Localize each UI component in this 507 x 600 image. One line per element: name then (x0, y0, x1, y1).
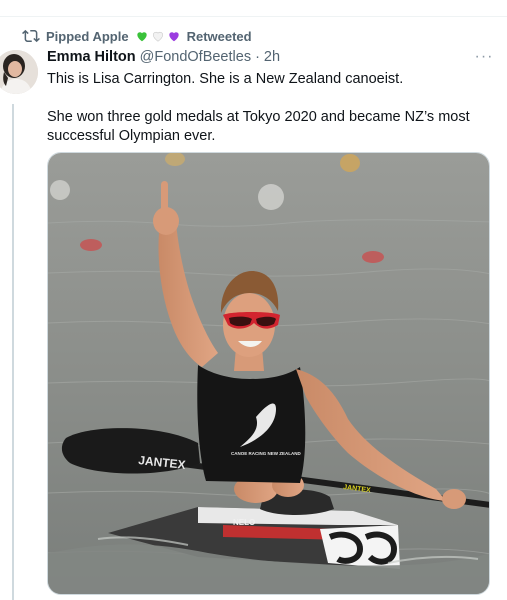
white-heart-icon (152, 31, 163, 42)
kayak-photo-illustration: JANTEX JANTEX NELO CANOE RACING NEW ZEAL… (48, 153, 489, 594)
avatar[interactable] (0, 50, 38, 94)
kayak-mark: NELO (233, 518, 255, 527)
retweeter-name[interactable]: Pipped Apple (46, 29, 129, 44)
tweet-text: This is Lisa Carrington. She is a New Ze… (47, 70, 487, 146)
retweeted-label: Retweeted (186, 28, 252, 44)
purple-heart-icon (168, 32, 179, 42)
singlet-text: CANOE RACING NEW ZEALAND (231, 451, 301, 456)
tweet-header: Emma Hilton @FondOfBeetles · 2h (47, 49, 280, 67)
more-icon[interactable]: ··· (474, 47, 494, 67)
line-break (47, 89, 487, 108)
tweet-timestamp[interactable]: 2h (264, 49, 280, 65)
tweet-photo[interactable]: JANTEX JANTEX NELO CANOE RACING NEW ZEAL… (47, 152, 490, 595)
green-heart-icon (136, 32, 147, 42)
heart-emojis (135, 29, 181, 43)
thread-line (12, 104, 14, 600)
retweet-icon (22, 29, 40, 43)
author-name[interactable]: Emma Hilton (47, 49, 136, 65)
avatar-image (0, 50, 38, 94)
separator-dot: · (255, 49, 260, 65)
author-handle[interactable]: @FondOfBeetles (140, 49, 251, 65)
top-divider (0, 16, 507, 17)
tweet-line-1: This is Lisa Carrington. She is a New Ze… (47, 71, 404, 87)
retweet-context: Pipped Apple Retweeted (22, 27, 252, 45)
tweet-line-2: She won three gold medals at Tokyo 2020 … (47, 109, 470, 144)
